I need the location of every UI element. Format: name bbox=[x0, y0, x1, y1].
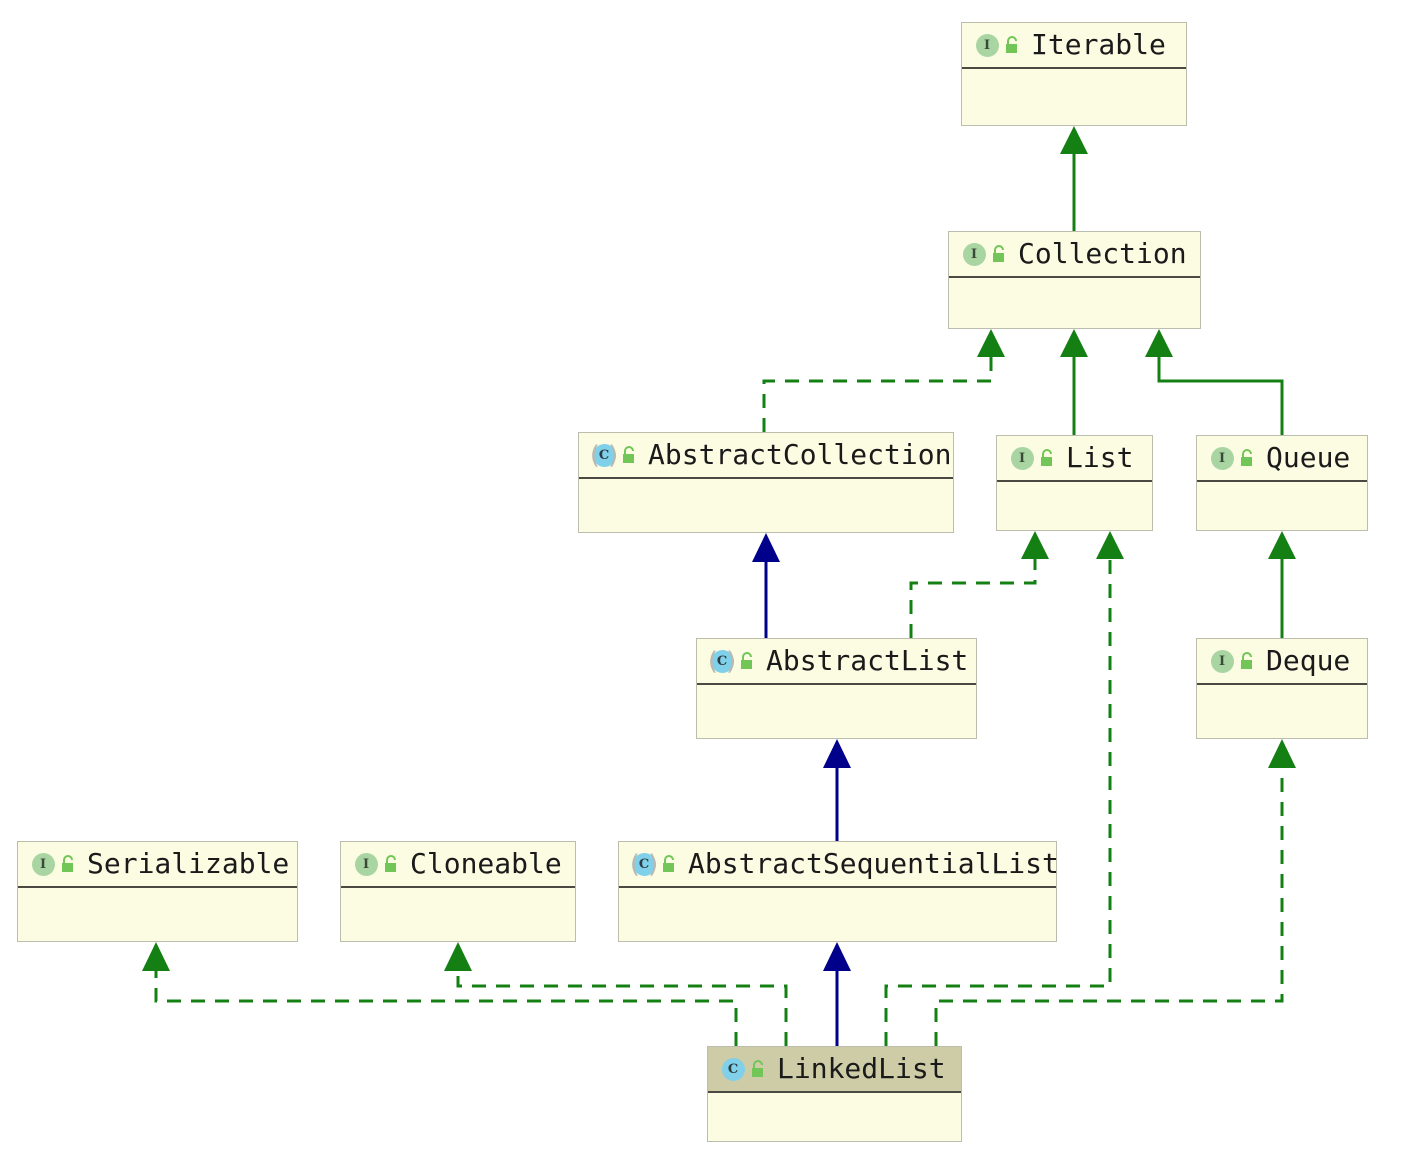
interface-circle-icon: I bbox=[961, 241, 987, 267]
uml-node-members bbox=[962, 69, 1186, 115]
abstract-marker-right: ) bbox=[726, 646, 736, 676]
edge-deque-queue bbox=[1268, 531, 1296, 638]
interface-circle-icon: I bbox=[974, 32, 1000, 58]
unlocked-padlock-icon bbox=[62, 855, 73, 872]
abstract-marker-left: ( bbox=[630, 849, 640, 879]
abstract-marker-right: ) bbox=[648, 849, 658, 879]
edge-abstractcollection-collection bbox=[762, 329, 1005, 432]
uml-node-linked-list[interactable]: C LinkedList bbox=[707, 1046, 962, 1142]
abstract-marker-right: ) bbox=[608, 440, 618, 470]
uml-node-header: I Iterable bbox=[962, 23, 1186, 69]
uml-node-abstract-sequential-list[interactable]: ( C ) AbstractSequentialList bbox=[618, 841, 1059, 942]
uml-node-members bbox=[18, 888, 297, 934]
edge-abstractlist-abstractcollection bbox=[752, 533, 780, 638]
class-circle-icon: ( C ) bbox=[708, 646, 736, 676]
edge-queue-collection bbox=[1145, 329, 1284, 435]
unlocked-padlock-icon bbox=[663, 855, 674, 872]
uml-node-members bbox=[697, 685, 976, 731]
uml-node-abstract-list[interactable]: ( C ) AbstractList bbox=[696, 638, 977, 739]
unlocked-padlock-icon bbox=[1241, 449, 1252, 466]
uml-node-header: I List bbox=[997, 436, 1152, 482]
class-circle-icon: C bbox=[720, 1056, 746, 1082]
unlocked-padlock-icon bbox=[752, 1060, 763, 1077]
uml-node-header: I Queue bbox=[1197, 436, 1367, 482]
interface-circle-icon: I bbox=[1009, 445, 1035, 471]
uml-node-list[interactable]: I List bbox=[996, 435, 1153, 531]
uml-node-collection[interactable]: I Collection bbox=[948, 231, 1201, 329]
abstract-marker-left: ( bbox=[590, 440, 600, 470]
uml-node-name: Cloneable bbox=[410, 847, 562, 880]
unlocked-padlock-icon bbox=[993, 245, 1004, 262]
uml-node-members bbox=[579, 479, 953, 525]
unlocked-padlock-icon bbox=[623, 446, 634, 463]
uml-node-iterable[interactable]: I Iterable bbox=[961, 22, 1187, 126]
uml-node-serializable[interactable]: I Serializable bbox=[17, 841, 298, 942]
uml-node-name: Iterable bbox=[1031, 28, 1166, 61]
edge-layer bbox=[142, 126, 1296, 1046]
uml-node-queue[interactable]: I Queue bbox=[1196, 435, 1368, 531]
interface-circle-icon: I bbox=[1209, 648, 1235, 674]
edge-abstractlist-list bbox=[909, 531, 1049, 638]
uml-node-members bbox=[949, 278, 1200, 324]
edge-linkedlist-cloneable bbox=[444, 942, 788, 1046]
uml-node-header: I Deque bbox=[1197, 639, 1367, 685]
unlocked-padlock-icon bbox=[741, 652, 752, 669]
uml-node-deque[interactable]: I Deque bbox=[1196, 638, 1368, 739]
uml-node-name: Queue bbox=[1266, 441, 1351, 474]
uml-node-name: List bbox=[1066, 441, 1134, 474]
uml-node-header: C LinkedList bbox=[708, 1047, 961, 1093]
interface-circle-icon: I bbox=[1209, 445, 1235, 471]
unlocked-padlock-icon bbox=[1041, 449, 1052, 466]
uml-node-header: I Cloneable bbox=[341, 842, 575, 888]
uml-node-header: I Collection bbox=[949, 232, 1200, 278]
uml-node-name: Serializable bbox=[87, 847, 290, 880]
uml-node-members bbox=[997, 482, 1152, 528]
uml-node-members bbox=[708, 1093, 961, 1139]
uml-node-members bbox=[341, 888, 575, 934]
uml-node-name: AbstractSequentialList bbox=[688, 847, 1059, 880]
uml-node-header: ( C ) AbstractCollection bbox=[579, 433, 953, 479]
unlocked-padlock-icon bbox=[1006, 36, 1017, 53]
uml-node-abstract-collection[interactable]: ( C ) AbstractCollection bbox=[578, 432, 954, 533]
unlocked-padlock-icon bbox=[385, 855, 396, 872]
uml-node-cloneable[interactable]: I Cloneable bbox=[340, 841, 576, 942]
uml-node-header: ( C ) AbstractSequentialList bbox=[619, 842, 1059, 888]
uml-node-members bbox=[1197, 685, 1367, 731]
abstract-marker-left: ( bbox=[708, 646, 718, 676]
class-circle-icon: ( C ) bbox=[590, 440, 618, 470]
uml-node-name: AbstractList bbox=[766, 644, 969, 677]
edge-linkedlist-serializable bbox=[142, 942, 738, 1046]
uml-node-name: Deque bbox=[1266, 644, 1351, 677]
edge-linkedlist-list bbox=[884, 531, 1124, 1046]
uml-node-name: LinkedList bbox=[777, 1052, 946, 1085]
class-circle-icon: ( C ) bbox=[630, 849, 658, 879]
interface-circle-icon: I bbox=[353, 851, 379, 877]
uml-node-name: AbstractCollection bbox=[648, 438, 952, 471]
edge-collection-iterable bbox=[1060, 126, 1088, 231]
uml-class-diagram: I Iterable I Collection ( C) AbstractCo… bbox=[0, 0, 1412, 1172]
interface-circle-icon: I bbox=[30, 851, 56, 877]
edge-list-collection bbox=[1060, 329, 1088, 435]
unlocked-padlock-icon bbox=[1241, 652, 1252, 669]
edge-linkedlist-abstractsequentiallist bbox=[823, 942, 851, 1046]
edge-abstractsequentiallist-abstractlist bbox=[823, 739, 851, 841]
uml-node-members bbox=[1197, 482, 1367, 528]
uml-node-header: ( C ) AbstractList bbox=[697, 639, 976, 685]
uml-node-header: I Serializable bbox=[18, 842, 297, 888]
uml-node-name: Collection bbox=[1018, 237, 1187, 270]
uml-node-members bbox=[619, 888, 1056, 934]
